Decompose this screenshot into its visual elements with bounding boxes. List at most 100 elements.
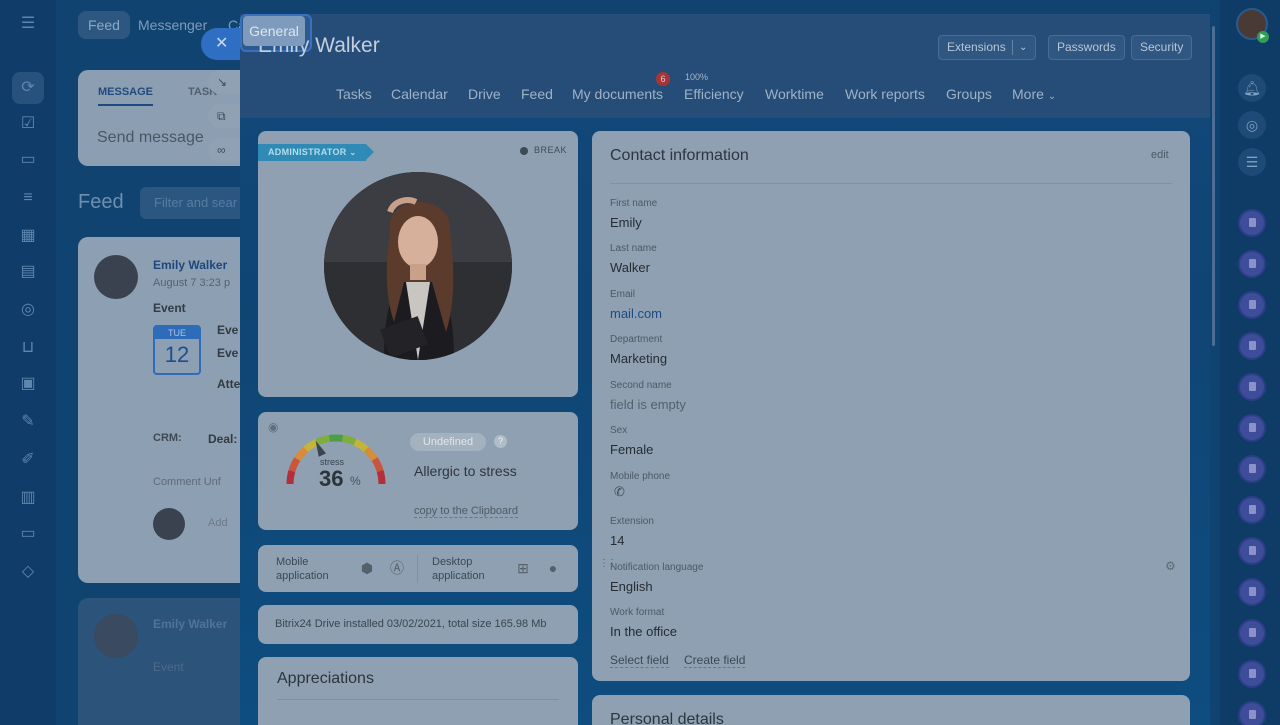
notifications-icon[interactable]: 🔔︎ (1238, 74, 1266, 102)
inbox-icon[interactable]: ▭ (16, 522, 40, 546)
contact-title: Contact information (610, 147, 749, 164)
windows-icon[interactable]: ⊞ (514, 559, 532, 577)
recent-chat-icon[interactable] (1238, 209, 1266, 237)
recent-chat-icon[interactable] (1238, 660, 1266, 688)
bg-post-date: August 7 3:23 p (153, 277, 231, 289)
stress-unit: % (350, 474, 361, 488)
recent-chat-icon[interactable] (1238, 701, 1266, 725)
tab-drive[interactable]: Drive (468, 80, 501, 108)
sign-icon[interactable]: ✐ (16, 448, 40, 472)
passwords-button[interactable]: Passwords (1048, 35, 1125, 60)
eye-icon[interactable]: ◉ (268, 420, 278, 434)
minimize-button[interactable]: ↘ (208, 70, 240, 94)
recent-chat-icon[interactable] (1238, 537, 1266, 565)
tab-feed[interactable]: Feed (521, 80, 553, 108)
notification-language-label: Notification language (610, 562, 704, 573)
role-badge[interactable]: ADMINISTRATOR ⌄ (258, 144, 374, 161)
menu-icon[interactable]: ☰ (16, 12, 40, 36)
chevron-down-icon[interactable]: ⌄ (1019, 36, 1027, 59)
appreciations-card: Appreciations (258, 657, 578, 725)
recent-chat-icon[interactable] (1238, 332, 1266, 360)
tab-tasks[interactable]: Tasks (336, 80, 372, 108)
close-icon: ✕ (215, 35, 229, 52)
status-dot-icon (520, 146, 528, 155)
recent-chat-icon[interactable] (1238, 414, 1266, 442)
apple-icon[interactable]: ● (544, 559, 562, 577)
calendar-icon[interactable]: ▦ (16, 224, 40, 248)
tab-work-reports[interactable]: Work reports (845, 80, 925, 108)
sex-value: Female (610, 442, 654, 457)
recent-chat-icon[interactable] (1238, 578, 1266, 606)
stress-card: ◉ stress 36 % Undefined ? Allergic to st… (258, 412, 578, 530)
analytics-icon[interactable]: ▥ (16, 486, 40, 510)
help-icon[interactable]: ? (494, 435, 507, 448)
gauge-segment (288, 457, 301, 473)
chat-icon[interactable]: ☰ (1238, 148, 1266, 176)
app-store-icon[interactable]: Ⓐ (388, 559, 406, 577)
gear-icon[interactable]: ⚙ (1165, 559, 1176, 573)
first-name-label: First name (610, 198, 658, 209)
recent-chat-icon[interactable] (1238, 291, 1266, 319)
copy-to-clipboard-link[interactable]: copy to the Clipboard (414, 505, 518, 518)
email-value[interactable]: mail.com (610, 306, 662, 321)
bg-tab-feed[interactable]: Feed (78, 11, 130, 39)
tab-more[interactable]: More ⌄ (1012, 80, 1056, 108)
profile-card: ADMINISTRATOR ⌄ BREAK (258, 131, 578, 397)
tasks-icon[interactable]: ☑ (16, 112, 40, 136)
android-icon[interactable]: ⬢ (358, 559, 376, 577)
sidebar-item-feed-icon[interactable]: ⟳ (12, 72, 44, 104)
gauge-segment (294, 446, 309, 462)
avatar[interactable] (324, 172, 512, 360)
select-field-link[interactable]: Select field (610, 653, 669, 668)
cart-icon[interactable]: ⊔ (16, 336, 40, 360)
gauge-segment (303, 438, 319, 452)
stress-type-badge[interactable]: Undefined (410, 433, 486, 451)
documents-icon[interactable]: ✎ (16, 410, 40, 434)
tab-worktime[interactable]: Worktime (765, 80, 824, 108)
bg-feed-post: Emily Walker August 7 3:23 p Event TUE 1… (78, 237, 258, 583)
gauge-segment (363, 446, 378, 462)
recent-chat-icon[interactable] (1238, 373, 1266, 401)
bg-post-author[interactable]: Emily Walker (153, 258, 227, 272)
status-play-icon: ▶ (1257, 31, 1269, 43)
copilot-icon[interactable]: ◎ (1238, 111, 1266, 139)
recent-chat-icon[interactable] (1238, 619, 1266, 647)
minimize-icon: ↘ (217, 75, 228, 89)
tab-efficiency[interactable]: Efficiency (684, 80, 744, 108)
recent-chat-icon[interactable] (1238, 455, 1266, 483)
slider-header: Emily Walker Extensions ⌄ Passwords Secu… (240, 14, 1210, 118)
mobile-app-label: Mobile application (276, 556, 329, 582)
contact-information-card: Contact information edit First name Emil… (592, 131, 1190, 681)
bg-message-placeholder[interactable]: Send message (97, 129, 204, 147)
personal-details-card: Personal details (592, 695, 1190, 725)
gauge-segment (376, 470, 386, 485)
tab-calendar[interactable]: Calendar (391, 80, 448, 108)
chevron-down-icon: ⌄ (1047, 91, 1057, 102)
bg-message-tab[interactable]: MESSAGE (98, 86, 154, 106)
tab-groups[interactable]: Groups (946, 80, 992, 108)
recent-chat-icon[interactable] (1238, 250, 1266, 278)
drive-info-text: Bitrix24 Drive installed 03/02/2021, tot… (275, 618, 547, 630)
crm-icon[interactable]: ◎ (16, 298, 40, 322)
left-sidebar: ☰ ⟳ ☑ ▭ ≡ ▦ ▤ ◎ ⊔ ▣ ✎ ✐ ▥ ▭ ◇ (0, 0, 56, 725)
recent-chat-icon[interactable] (1238, 496, 1266, 524)
profile-photo (324, 172, 512, 360)
cube-icon[interactable]: ◇ (16, 560, 40, 584)
gauge-segment (353, 438, 369, 452)
contact-center-icon[interactable]: ▣ (16, 372, 40, 396)
scrollbar[interactable] (1212, 26, 1215, 346)
apps-card: Mobile application ⬢ Ⓐ Desktop application… (258, 545, 578, 592)
bg-post-avatar (94, 255, 138, 299)
open-in-new-window-button[interactable]: ⧉ (208, 104, 240, 128)
extensions-button[interactable]: Extensions ⌄ (938, 35, 1036, 60)
external-link-icon: ⧉ (217, 109, 226, 123)
copy-link-button[interactable]: ∞ (208, 138, 240, 162)
create-field-link[interactable]: Create field (684, 653, 746, 668)
drive-icon[interactable]: ▤ (16, 260, 40, 284)
edit-link[interactable]: edit (1151, 149, 1169, 161)
tab-my-documents[interactable]: My documents (572, 80, 663, 108)
phone-icon[interactable]: ✆ (614, 484, 625, 500)
security-button[interactable]: Security (1131, 35, 1193, 60)
funnel-icon[interactable]: ≡ (16, 186, 40, 210)
messenger-icon[interactable]: ▭ (16, 148, 40, 172)
